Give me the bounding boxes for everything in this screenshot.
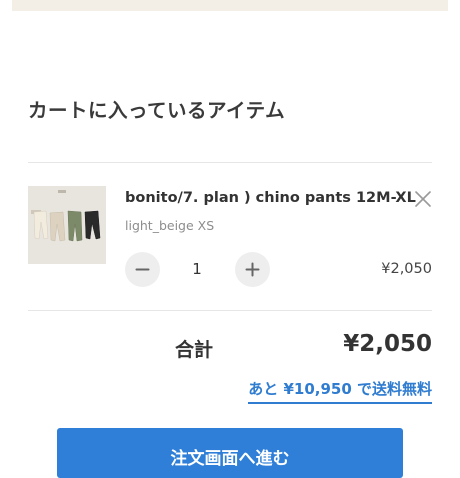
decrement-quantity-button[interactable]: [125, 252, 160, 287]
plus-icon: [245, 262, 260, 277]
minus-icon: [135, 268, 150, 271]
item-variant: light_beige XS: [125, 218, 215, 233]
item-price: ¥2,050: [381, 261, 432, 277]
product-thumbnail[interactable]: [28, 186, 106, 264]
remove-item-button[interactable]: [412, 188, 434, 210]
divider: [28, 310, 432, 311]
top-banner: [12, 0, 448, 11]
item-name[interactable]: bonito/7. plan ) chino pants 12M-XL: [125, 190, 416, 206]
quantity-value: 1: [192, 260, 202, 278]
total-label: 合計: [175, 339, 214, 361]
cart-heading: カートに入っているアイテム: [28, 99, 286, 122]
increment-quantity-button[interactable]: [235, 252, 270, 287]
close-icon: [415, 191, 431, 207]
divider: [28, 162, 432, 163]
total-value: ¥2,050: [343, 331, 432, 357]
product-image: [28, 186, 106, 264]
checkout-button[interactable]: 注文画面へ進む: [57, 428, 403, 478]
free-shipping-link[interactable]: あと ¥10,950 で送料無料: [248, 378, 432, 404]
